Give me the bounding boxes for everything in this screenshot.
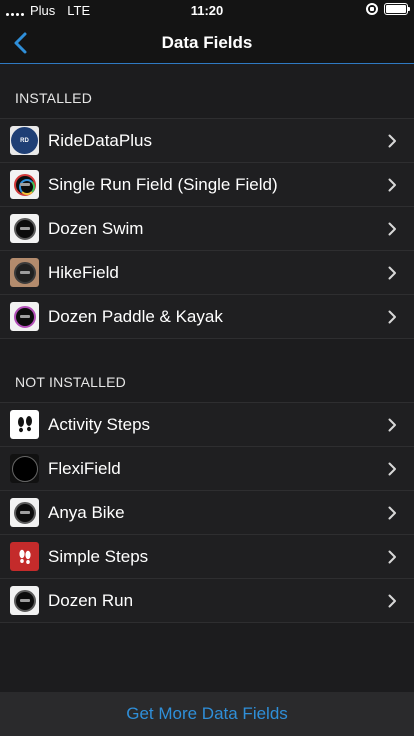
list-item-label: Dozen Run — [48, 590, 134, 610]
watch-face-icon — [10, 302, 39, 331]
chevron-right-icon — [388, 462, 396, 476]
navigation-bar: Data Fields — [0, 22, 414, 64]
chevron-right-icon — [388, 550, 396, 564]
list-item-simple-steps[interactable]: Simple Steps — [0, 535, 414, 579]
list-item-label: RideDataPlus — [48, 130, 152, 150]
watch-face-icon — [10, 498, 39, 527]
rotation-lock-icon — [366, 3, 378, 15]
list-item-label: Anya Bike — [48, 502, 125, 522]
list-item-dozen-swim[interactable]: Dozen Swim — [0, 207, 414, 251]
status-right — [366, 3, 410, 15]
section-header-installed: INSTALLED — [15, 90, 93, 106]
page-title: Data Fields — [161, 33, 253, 52]
chevron-right-icon — [388, 222, 396, 236]
chevron-right-icon — [388, 310, 396, 324]
chevron-right-icon — [388, 594, 396, 608]
watch-face-icon — [10, 454, 39, 483]
list-item-label: Dozen Swim — [48, 218, 144, 238]
watch-face-icon — [10, 586, 39, 615]
list-item-label: Simple Steps — [48, 546, 149, 566]
get-more-data-fields-button[interactable]: Get More Data Fields — [0, 692, 414, 736]
chevron-right-icon — [388, 266, 396, 280]
list-item-label: Single Run Field (Single Field) — [48, 174, 278, 194]
status-time: 11:20 — [190, 3, 224, 18]
not-installed-list: Activity Steps FlexiField Anya Bike Simp… — [0, 402, 414, 623]
status-bar: Plus LTE 11:20 — [0, 0, 414, 22]
get-more-data-fields-label: Get More Data Fields — [126, 704, 288, 723]
list-item-label: HikeField — [48, 262, 119, 282]
chevron-right-icon — [388, 134, 396, 148]
list-item-activity-steps[interactable]: Activity Steps — [0, 403, 414, 447]
watch-face-icon — [10, 170, 39, 199]
section-header-not-installed: NOT INSTALLED — [15, 374, 126, 390]
watch-face-icon — [10, 214, 39, 243]
footprints-icon — [10, 542, 39, 571]
chevron-right-icon — [388, 418, 396, 432]
battery-icon — [384, 3, 410, 15]
ridedataplus-icon: RD — [10, 126, 39, 155]
list-item-dozen-paddle-kayak[interactable]: Dozen Paddle & Kayak — [0, 295, 414, 339]
installed-list: RD RideDataPlus Single Run Field (Single… — [0, 118, 414, 339]
chevron-right-icon — [388, 506, 396, 520]
list-item-label: Dozen Paddle & Kayak — [48, 306, 223, 326]
list-item-anya-bike[interactable]: Anya Bike — [0, 491, 414, 535]
list-item-ridedataplus[interactable]: RD RideDataPlus — [0, 119, 414, 163]
list-item-single-run-field[interactable]: Single Run Field (Single Field) — [0, 163, 414, 207]
list-item-label: FlexiField — [48, 458, 121, 478]
chevron-right-icon — [388, 178, 396, 192]
list-item-hikefield[interactable]: HikeField — [0, 251, 414, 295]
list-item-flexifield[interactable]: FlexiField — [0, 447, 414, 491]
list-item-label: Activity Steps — [48, 414, 151, 434]
list-item-dozen-run[interactable]: Dozen Run — [0, 579, 414, 623]
watch-on-wrist-icon — [10, 258, 39, 287]
footprints-icon — [10, 410, 39, 439]
